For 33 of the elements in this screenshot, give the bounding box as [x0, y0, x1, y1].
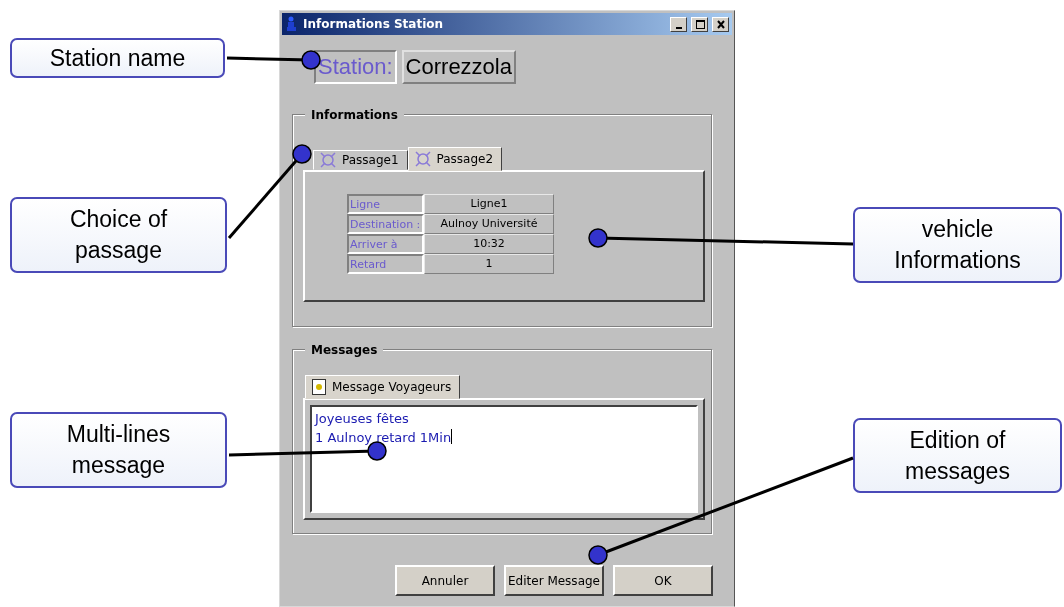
message-field[interactable]: Joyeuses fêtes 1 Aulnoy retard 1Min — [310, 405, 698, 513]
field-value: Aulnoy Université — [424, 214, 554, 234]
dialog-button[interactable]: Annuler — [395, 565, 495, 596]
dialog-button[interactable]: Editer Message — [504, 565, 604, 596]
document-icon — [312, 379, 326, 395]
maximize-icon — [693, 18, 706, 30]
callout-label: Multi-lines message — [10, 412, 227, 488]
target-icon — [414, 151, 431, 167]
callout-label: Edition of messages — [853, 418, 1062, 493]
field-label: Destination : — [347, 214, 424, 234]
passage-tab[interactable]: Passage2 — [407, 147, 503, 171]
field-label: Ligne — [347, 194, 424, 214]
close-button[interactable] — [712, 16, 729, 32]
minimize-button[interactable] — [670, 16, 687, 32]
maximize-button[interactable] — [691, 16, 708, 32]
window-title: Informations Station — [303, 16, 445, 33]
close-icon — [714, 18, 727, 30]
field-value: Ligne1 — [424, 194, 554, 214]
field-value: 1 — [424, 254, 554, 274]
callout-label: Choice of passage — [10, 197, 227, 273]
field-label: Retard — [347, 254, 424, 274]
dialog-button[interactable]: OK — [613, 565, 713, 596]
minimize-icon — [675, 26, 682, 29]
station-name: Correzzola — [401, 50, 516, 84]
callout-label: Station name — [10, 38, 225, 78]
passage-tab[interactable]: Passage1 — [313, 150, 408, 170]
field-value: 10:32 — [424, 234, 554, 254]
text-cursor — [451, 429, 453, 444]
person-icon — [285, 16, 299, 32]
messages-tab[interactable]: Message Voyageurs — [305, 375, 461, 399]
target-icon — [320, 152, 336, 168]
field-label: Arriver à — [347, 234, 424, 254]
callout-label: vehicle Informations — [853, 207, 1062, 283]
